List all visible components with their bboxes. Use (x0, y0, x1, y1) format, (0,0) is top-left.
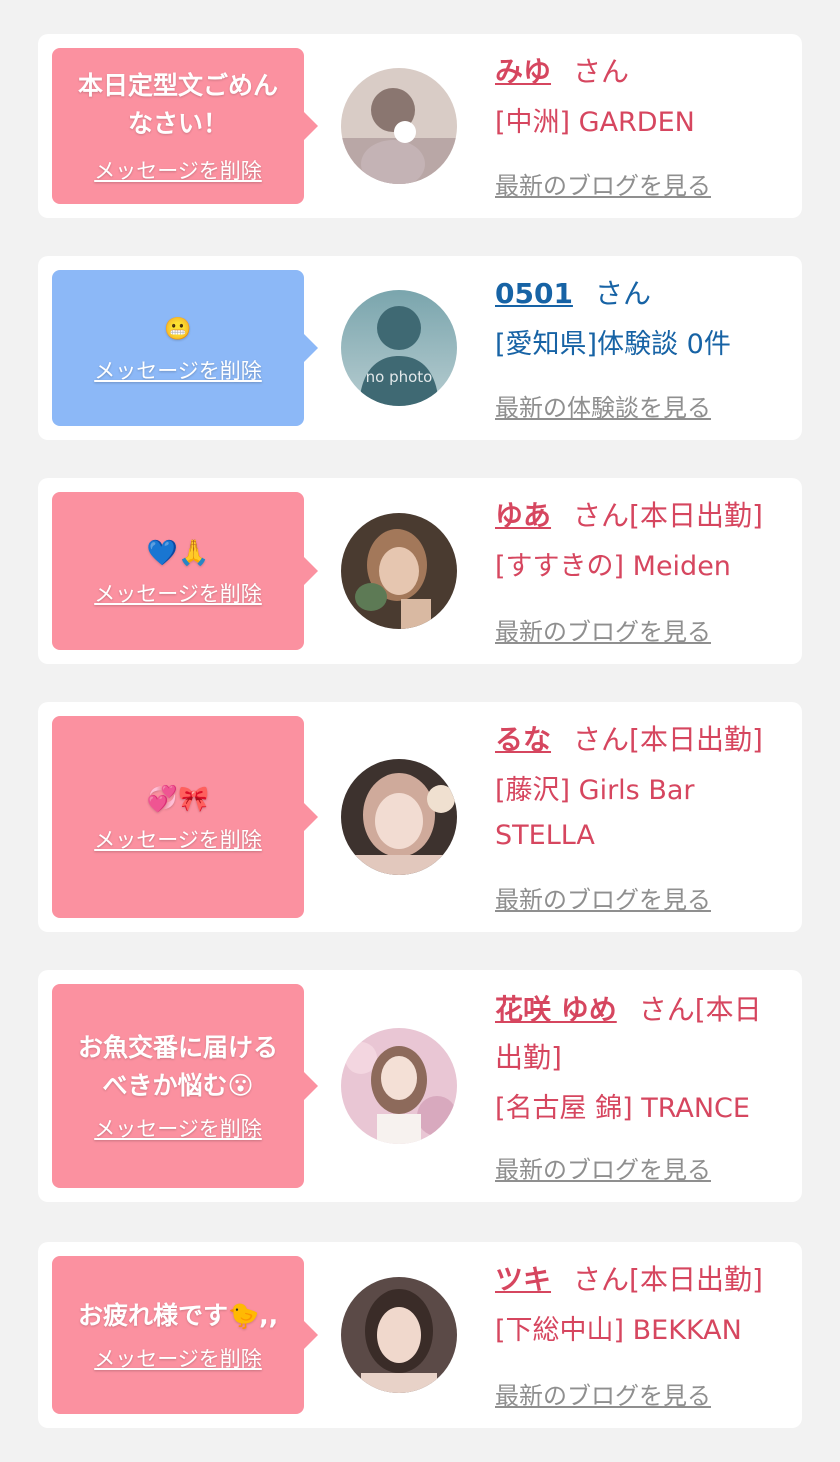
message-bubble: お魚交番に届ける べきか悩む😮 メッセージを削除 (52, 984, 318, 1188)
delete-message-link[interactable]: メッセージを削除 (94, 1343, 262, 1373)
avatar[interactable] (341, 1028, 457, 1144)
message-bubble: 💙🙏 メッセージを削除 (52, 492, 318, 650)
message-bubble: 本日定型文ごめん なさい！ メッセージを削除 (52, 48, 318, 204)
name-suffix: さん[本日出勤] (573, 723, 763, 756)
no-photo-placeholder-icon (341, 290, 457, 406)
profile-photo (341, 759, 457, 875)
sender-name-link[interactable]: ツキ (495, 1263, 551, 1296)
avatar[interactable] (341, 759, 457, 875)
message-card: お魚交番に届ける べきか悩む😮 メッセージを削除 花咲 ゆめ さん[本日出勤] [… (38, 970, 802, 1202)
message-bubble: 😬 メッセージを削除 (52, 270, 318, 426)
shop-info: [愛知県]体験談 0件 (495, 329, 731, 360)
shop-info: [すすきの] Meiden (495, 551, 731, 582)
latest-blog-link[interactable]: 最新のブログを見る (495, 1150, 711, 1185)
sender-name-line: みゆ さん (495, 50, 785, 94)
shop-info: [名古屋 錦] TRANCE (495, 1093, 750, 1124)
avatar[interactable]: no photo (341, 290, 457, 406)
avatar[interactable] (341, 68, 457, 184)
shop-info: [中洲] GARDEN (495, 107, 695, 138)
message-text: お魚交番に届ける べきか悩む😮 (77, 1033, 278, 1100)
avatar[interactable] (341, 1277, 457, 1393)
sender-name-line: るな さん[本日出勤] (495, 718, 785, 762)
sender-name-link[interactable]: ゆあ (495, 499, 551, 532)
message-card: 💙🙏 メッセージを削除 ゆあ さん[本日出勤] [すすきの] Meiden 最新の… (38, 478, 802, 664)
delete-message-link[interactable]: メッセージを削除 (94, 1113, 262, 1143)
name-suffix: さん (573, 55, 630, 88)
sender-name-link[interactable]: 0501 (495, 277, 573, 310)
latest-review-link[interactable]: 最新の体験談を見る (495, 388, 711, 423)
name-suffix: さん (594, 277, 651, 310)
message-text: お疲れ様です🐤,, (77, 1301, 279, 1330)
latest-blog-link[interactable]: 最新のブログを見る (495, 1376, 711, 1411)
name-suffix: さん[本日出勤] (573, 499, 763, 532)
name-suffix: さん[本日出勤] (573, 1263, 763, 1296)
delete-message-link[interactable]: メッセージを削除 (94, 355, 262, 385)
sender-name-link[interactable]: 花咲 ゆめ (495, 993, 617, 1026)
message-card: お疲れ様です🐤,, メッセージを削除 ツキ さん[本日出勤] [下総中山] BEK… (38, 1242, 802, 1428)
avatar[interactable] (341, 513, 457, 629)
message-text: 💞🎀 (146, 784, 210, 813)
message-card: 本日定型文ごめん なさい！ メッセージを削除 みゆ さん [中洲] GARDEN … (38, 34, 802, 218)
message-text: 😬 (164, 317, 192, 342)
profile-photo (341, 513, 457, 629)
message-card: 😬 メッセージを削除 no photo 0501 さん [愛知県]体験談 0件 最… (38, 256, 802, 440)
no-photo-label: no photo (365, 368, 433, 386)
sender-name-line: ツキ さん[本日出勤] (495, 1258, 785, 1302)
shop-info: [藤沢] Girls Bar STELLA (495, 775, 695, 851)
delete-message-link[interactable]: メッセージを削除 (94, 155, 262, 185)
sender-name-line: 花咲 ゆめ さん[本日出勤] (495, 986, 785, 1082)
delete-message-link[interactable]: メッセージを削除 (94, 824, 262, 854)
message-card: 💞🎀 メッセージを削除 るな さん[本日出勤] [藤沢] Girls Bar ST… (38, 702, 802, 932)
profile-photo (341, 1277, 457, 1393)
latest-blog-link[interactable]: 最新のブログを見る (495, 880, 711, 915)
latest-blog-link[interactable]: 最新のブログを見る (495, 612, 711, 647)
message-bubble: お疲れ様です🐤,, メッセージを削除 (52, 1256, 318, 1414)
sender-name-line: 0501 さん (495, 272, 785, 316)
sender-name-link[interactable]: るな (495, 723, 551, 756)
message-bubble: 💞🎀 メッセージを削除 (52, 716, 318, 918)
message-text: 本日定型文ごめん なさい！ (77, 71, 278, 138)
message-text: 💙🙏 (146, 538, 210, 567)
latest-blog-link[interactable]: 最新のブログを見る (495, 166, 711, 201)
sender-name-link[interactable]: みゆ (495, 55, 551, 88)
profile-photo (341, 68, 457, 184)
shop-info: [下総中山] BEKKAN (495, 1315, 742, 1346)
delete-message-link[interactable]: メッセージを削除 (94, 578, 262, 608)
profile-photo (341, 1028, 457, 1144)
sender-name-line: ゆあ さん[本日出勤] (495, 494, 785, 538)
